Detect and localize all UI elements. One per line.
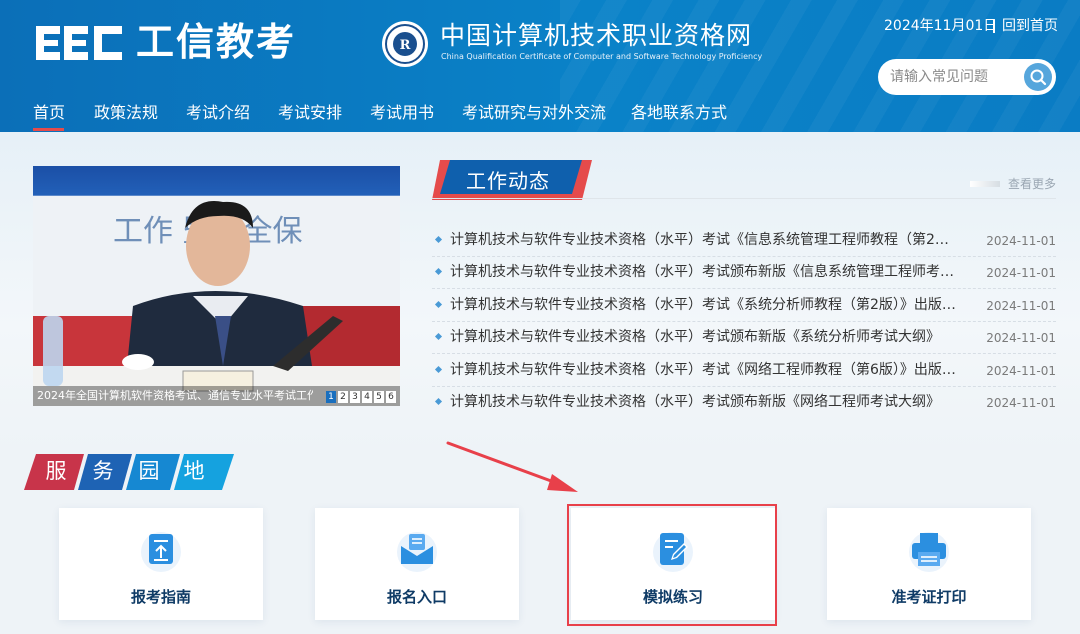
- news-item-date: 2024-11-01: [986, 364, 1056, 378]
- nav-item-research[interactable]: 考试研究与对外交流: [462, 102, 606, 124]
- news-item-title[interactable]: 计算机技术与软件专业技术资格（水平）考试《系统分析师教程（第2版）》出版发行: [450, 295, 960, 315]
- news-item-title[interactable]: 计算机技术与软件专业技术资格（水平）考试《信息系统管理工程师教程（第2版）》出版…: [450, 230, 960, 250]
- news-divider: [432, 198, 1056, 199]
- nav-item-contacts[interactable]: 各地联系方式: [631, 102, 727, 124]
- news-item-date: 2024-11-01: [986, 266, 1056, 280]
- main-nav: 首页 政策法规 考试介绍 考试安排 考试用书 考试研究与对外交流 各地联系方式: [0, 98, 760, 132]
- bullet-icon: [434, 267, 443, 276]
- bullet-icon: [434, 397, 443, 406]
- search-button[interactable]: [1024, 63, 1052, 91]
- news-item-title[interactable]: 计算机技术与软件专业技术资格（水平）考试《网络工程师教程（第6版）》出版发行: [450, 360, 960, 380]
- news-item[interactable]: 计算机技术与软件专业技术资格（水平）考试颁布新版《系统分析师考试大纲》 2024…: [432, 321, 1056, 354]
- news-item[interactable]: 计算机技术与软件专业技术资格（水平）考试《信息系统管理工程师教程（第2版）》出版…: [432, 224, 1056, 257]
- nav-item-exam-intro[interactable]: 考试介绍: [186, 102, 250, 124]
- nav-item-home[interactable]: 首页: [33, 102, 65, 124]
- home-link[interactable]: 回到首页: [1002, 16, 1058, 36]
- news-item[interactable]: 计算机技术与软件专业技术资格（水平）考试颁布新版《信息系统管理工程师考试大纲》 …: [432, 256, 1056, 289]
- svg-text:R: R: [400, 38, 411, 53]
- nav-item-exam-books[interactable]: 考试用书: [370, 102, 434, 124]
- service-card-label: 报名入口: [386, 588, 447, 606]
- site-name-cn: 中国计算机技术职业资格网: [440, 21, 753, 50]
- site-name-en: China Qualification Certificate of Compu…: [441, 52, 763, 61]
- more-decoration: [970, 181, 1000, 187]
- header-separator: [993, 20, 995, 33]
- services-title-char: 地: [183, 459, 205, 483]
- highlight-box: [567, 504, 777, 626]
- ceec-logo: [36, 26, 122, 60]
- bullet-icon: [434, 235, 443, 244]
- news-item-title[interactable]: 计算机技术与软件专业技术资格（水平）考试颁布新版《信息系统管理工程师考试大纲》: [450, 262, 960, 282]
- search-box: [878, 59, 1056, 95]
- logo-text: 工信教考: [136, 20, 297, 64]
- bullet-icon: [434, 365, 443, 374]
- carousel-page-2[interactable]: 2: [338, 391, 348, 403]
- carousel-page-3[interactable]: 3: [350, 391, 360, 403]
- bullet-icon: [434, 300, 443, 309]
- site-header: 工信教考 R 中国计算机技术职业资格网 China Qualification …: [0, 0, 1080, 132]
- document-upload-icon: [141, 532, 181, 572]
- services-title-char: 服: [45, 459, 67, 483]
- nav-item-policy[interactable]: 政策法规: [94, 102, 158, 124]
- search-input[interactable]: [890, 67, 1020, 87]
- service-card-admit-print[interactable]: 准考证打印: [827, 508, 1031, 620]
- carousel-page-6[interactable]: 6: [386, 391, 396, 403]
- news-item-date: 2024-11-01: [986, 396, 1056, 410]
- envelope-icon: [397, 532, 437, 572]
- news-carousel[interactable]: 工作 暨安全保 2024年全国计算机软件资格考试、通信专业水平考试工作会议 1 …: [33, 166, 400, 406]
- bullet-icon: [434, 332, 443, 341]
- service-card-guide[interactable]: 报考指南: [59, 508, 263, 620]
- service-card-label: 报考指南: [130, 588, 191, 606]
- news-item[interactable]: 计算机技术与软件专业技术资格（水平）考试颁布新版《网络工程师考试大纲》 2024…: [432, 386, 1056, 418]
- search-icon: [1030, 69, 1047, 86]
- nav-active-indicator: [33, 128, 64, 131]
- news-item-date: 2024-11-01: [986, 331, 1056, 345]
- news-item[interactable]: 计算机技术与软件专业技术资格（水平）考试《系统分析师教程（第2版）》出版发行 2…: [432, 289, 1056, 322]
- services-title-char: 园: [138, 459, 160, 483]
- emblem-icon: R: [382, 21, 428, 67]
- carousel-page-5[interactable]: 5: [374, 391, 384, 403]
- carousel-page-1[interactable]: 1: [326, 391, 336, 403]
- current-date: 2024年11月01日: [884, 18, 998, 34]
- news-item-title[interactable]: 计算机技术与软件专业技术资格（水平）考试颁布新版《网络工程师考试大纲》: [450, 392, 960, 412]
- view-more-link[interactable]: 查看更多: [1008, 176, 1056, 192]
- news-item[interactable]: 计算机技术与软件专业技术资格（水平）考试《网络工程师教程（第6版）》出版发行 2…: [432, 354, 1056, 387]
- services-title-char: 务: [92, 459, 114, 483]
- carousel-pager: 1 2 3 4 5 6: [326, 391, 396, 403]
- carousel-caption: 2024年全国计算机软件资格考试、通信专业水平考试工作会议: [37, 389, 313, 402]
- printer-icon: [909, 532, 949, 572]
- service-card-label: 准考证打印: [891, 588, 967, 606]
- carousel-caption-bar: 2024年全国计算机软件资格考试、通信专业水平考试工作会议 1 2 3 4 5 …: [33, 386, 400, 406]
- service-card-registration[interactable]: 报名入口: [315, 508, 519, 620]
- news-item-title[interactable]: 计算机技术与软件专业技术资格（水平）考试颁布新版《系统分析师考试大纲》: [450, 327, 960, 347]
- nav-item-exam-schedule[interactable]: 考试安排: [278, 102, 342, 124]
- news-item-date: 2024-11-01: [986, 299, 1056, 313]
- carousel-page-4[interactable]: 4: [362, 391, 372, 403]
- news-section-title: 工作动态: [466, 169, 550, 193]
- carousel-photo: 工作 暨安全保: [33, 166, 400, 406]
- news-item-date: 2024-11-01: [986, 234, 1056, 248]
